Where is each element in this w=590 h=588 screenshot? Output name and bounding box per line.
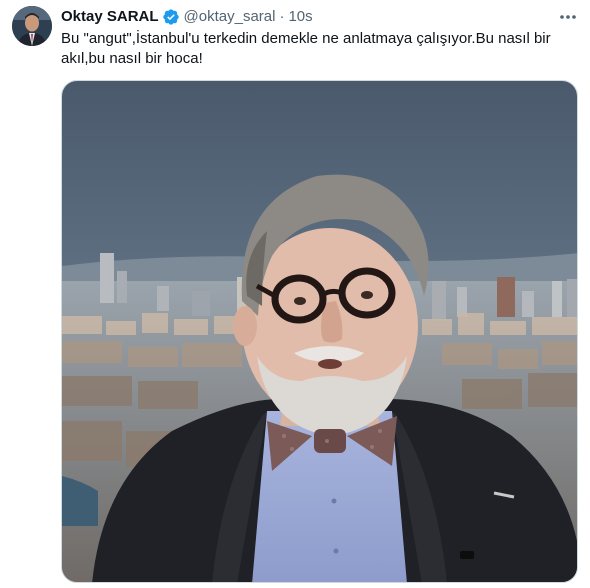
- photo-man-istanbul-skyline: [62, 81, 577, 582]
- author-display-name[interactable]: Oktay SARAL: [61, 7, 159, 27]
- tweet-text: Bu "angut",İstanbul'u terkedin demekle n…: [61, 30, 555, 67]
- more-options-icon[interactable]: [556, 7, 580, 27]
- author-avatar[interactable]: [12, 6, 52, 46]
- avatar-photo: [12, 6, 52, 46]
- author-handle[interactable]: @oktay_saral: [184, 7, 276, 27]
- tweet-header: Oktay SARAL @oktay_saral · 10s: [61, 7, 313, 27]
- tweet-photo[interactable]: [61, 80, 578, 583]
- verified-badge-icon: [162, 8, 180, 26]
- tweet-timestamp[interactable]: 10s: [288, 7, 312, 27]
- header-separator: ·: [279, 8, 285, 25]
- tweet-card[interactable]: Oktay SARAL @oktay_saral · 10s Bu "angut…: [0, 0, 590, 588]
